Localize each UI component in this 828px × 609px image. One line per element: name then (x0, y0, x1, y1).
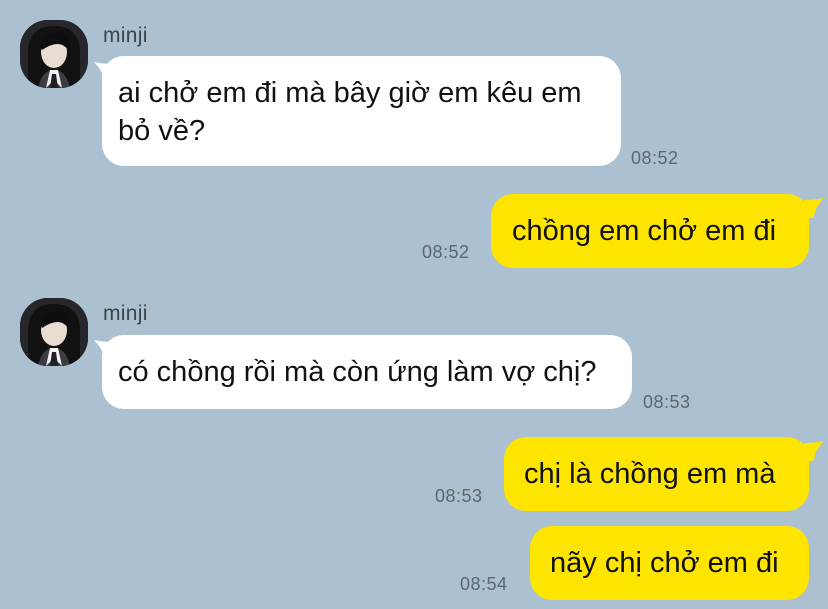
avatar[interactable] (20, 298, 88, 366)
chat-view: minji ai chở em đi mà bây giờ em kêu em … (0, 0, 828, 609)
message-timestamp: 08:53 (643, 392, 691, 412)
bubble-tail (804, 198, 824, 218)
message-timestamp: 08:52 (422, 242, 470, 262)
sender-name: minji (103, 24, 148, 47)
outgoing-message-bubble[interactable]: chồng em chở em đi (491, 194, 809, 268)
incoming-message-bubble[interactable]: ai chở em đi mà bây giờ em kêu em bỏ về? (102, 56, 621, 166)
outgoing-message-bubble[interactable]: chị là chồng em mà (504, 437, 809, 511)
message-timestamp: 08:53 (435, 486, 483, 506)
sender-name: minji (103, 302, 148, 325)
avatar[interactable] (20, 20, 88, 88)
message-timestamp: 08:54 (460, 574, 508, 594)
outgoing-message-bubble[interactable]: nãy chị chở em đi (530, 526, 809, 600)
bubble-tail (804, 441, 824, 461)
message-timestamp: 08:52 (631, 148, 679, 168)
incoming-message-bubble[interactable]: có chồng rồi mà còn ứng làm vợ chị? (102, 335, 632, 409)
